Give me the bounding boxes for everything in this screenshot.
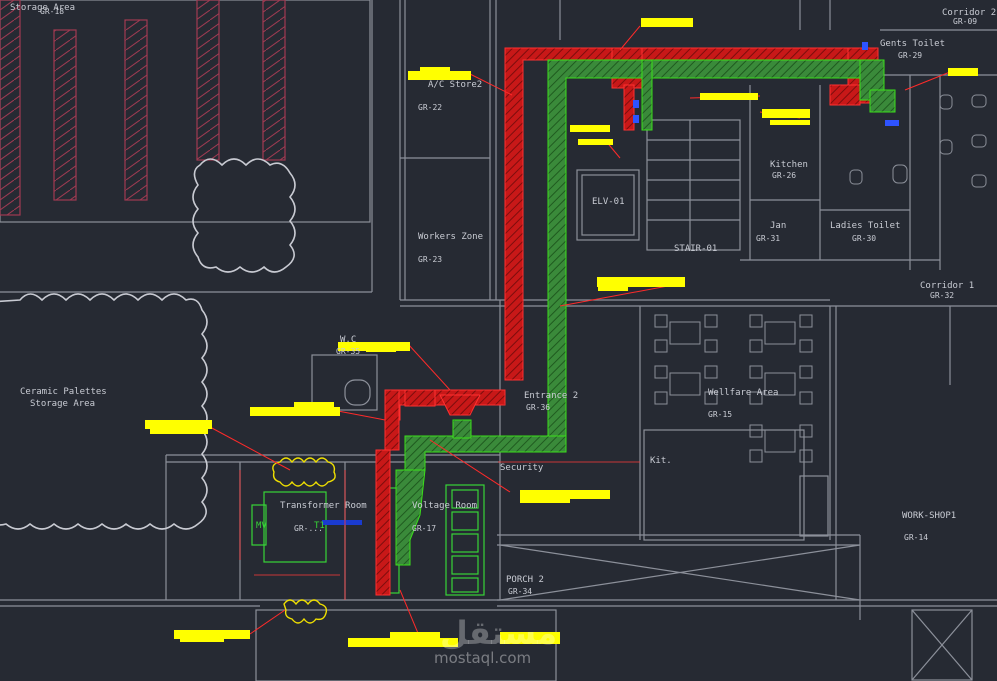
room-code-corridor-1: GR-32: [930, 291, 954, 300]
watermark-site: mostaql.com: [434, 649, 531, 667]
room-code-kitchen: GR-26: [772, 171, 796, 180]
room-name-elevator: ELV-01: [592, 197, 625, 207]
watermark: مستقل mostaql.com: [434, 614, 557, 667]
watermark-brand: مستقل: [440, 614, 557, 652]
room-name-transformer: Transformer Room: [280, 501, 367, 511]
room-name-voltage: Voltage Room: [412, 501, 477, 511]
room-code-entrance-2: GR-36: [526, 403, 550, 412]
cad-drawing: Storage Area GR-18 A/C Store2 GR-22 Work…: [0, 0, 997, 681]
room-code-storage: GR-18: [40, 7, 64, 16]
room-name-gents-toilet: Gents Toilet: [880, 39, 945, 49]
cloud-outlines: [0, 158, 296, 530]
room-code-gents-toilet: GR-29: [898, 51, 922, 60]
room-code-workers-zone: GR-23: [418, 255, 442, 264]
room-name-kit: Kit.: [650, 456, 672, 466]
room-code-workshop: GR-14: [904, 533, 928, 542]
room-code-jan: GR-31: [756, 234, 780, 243]
room-name-kitchen: Kitchen: [770, 160, 808, 170]
room-name-workshop: WORK-SHOP1: [902, 511, 956, 521]
room-name-wellfare: Wellfare Area: [708, 388, 778, 398]
room-code-voltage: GR-17: [412, 524, 436, 533]
room-code-ceramic-storage: Storage Area: [30, 399, 95, 409]
room-name-ladies-toilet: Ladies Toilet: [830, 221, 900, 231]
room-name-ceramic-palettes: Ceramic Palettes: [20, 387, 107, 397]
room-name-wc: W.C: [340, 335, 356, 345]
equipment-label-t1: T1: [314, 521, 325, 531]
room-code-wellfare: GR-15: [708, 410, 732, 419]
leader-lines: [209, 25, 951, 639]
room-name-entrance-2: Entrance 2: [524, 391, 578, 401]
room-name-corridor-1: Corridor 1: [920, 281, 974, 291]
room-name-stair: STAIR-01: [674, 244, 717, 254]
room-name-security: Security: [500, 463, 544, 473]
room-code-corridor-2: GR-09: [953, 17, 977, 26]
room-name-ac-store: A/C Store2: [428, 80, 482, 90]
room-name-workers-zone: Workers Zone: [418, 232, 483, 242]
room-name-porch-2: PORCH 2: [506, 575, 544, 585]
room-code-ladies-toilet: GR-30: [852, 234, 876, 243]
room-code-porch-2: GR-34: [508, 587, 532, 596]
room-name-jan: Jan: [770, 221, 786, 231]
room-code-ac-store: GR-22: [418, 103, 442, 112]
floor-plan: Storage Area GR-18 A/C Store2 GR-22 Work…: [0, 0, 997, 681]
room-code-wc: GR-35: [336, 347, 360, 356]
equipment-label-mv: MV: [256, 521, 267, 531]
supply-duct-red: [375, 47, 879, 596]
